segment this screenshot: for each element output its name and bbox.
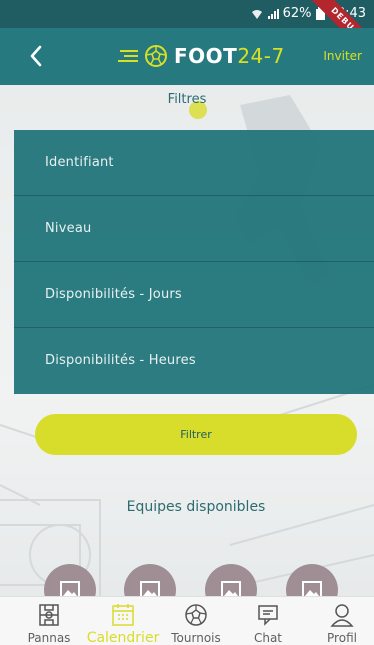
filter-item-label: Disponibilités - Jours bbox=[45, 287, 182, 302]
nav-label: Chat bbox=[253, 631, 283, 645]
battery-percent: 62% bbox=[282, 6, 312, 21]
nav-label: Pannas bbox=[27, 631, 71, 645]
chevron-left-icon bbox=[30, 45, 42, 67]
status-bar: 62% 08:43 DEBUG bbox=[0, 0, 374, 67]
filters-menu: Identifiant Niveau Disponibilités - Jour… bbox=[14, 130, 374, 394]
logo-accent: 24-7 bbox=[237, 44, 285, 68]
back-button[interactable] bbox=[22, 42, 50, 70]
app-logo: FOOT24-7 bbox=[118, 44, 285, 68]
filter-button-label: Filtrer bbox=[180, 428, 212, 441]
filter-item-jours[interactable]: Disponibilités - Jours bbox=[14, 262, 374, 328]
image-placeholder-icon bbox=[221, 581, 241, 596]
nav-item-calendrier[interactable]: Calendrier bbox=[86, 597, 160, 645]
nav-label: Profil bbox=[327, 631, 357, 645]
filter-item-niveau[interactable]: Niveau bbox=[14, 196, 374, 262]
filter-item-label: Disponibilités - Heures bbox=[45, 353, 196, 368]
nav-label: Calendrier bbox=[86, 630, 160, 645]
nav-label: Tournois bbox=[171, 631, 221, 645]
filter-item-label: Niveau bbox=[45, 221, 92, 236]
background-area: Filtres Identifiant Niveau Disponibilité… bbox=[0, 85, 374, 596]
teams-title: Equipes disponibles bbox=[126, 499, 266, 515]
nav-item-profil[interactable]: Profil bbox=[320, 597, 364, 645]
calendar-icon bbox=[108, 600, 138, 629]
filters-title: Filtres bbox=[167, 92, 207, 107]
logo-text: FOOT24-7 bbox=[174, 44, 285, 68]
nav-item-tournois[interactable]: Tournois bbox=[168, 597, 224, 645]
nav-item-chat[interactable]: Chat bbox=[246, 597, 290, 645]
image-placeholder-icon bbox=[60, 581, 80, 596]
wifi-icon bbox=[251, 9, 262, 19]
ball-icon bbox=[181, 600, 211, 630]
filter-button[interactable]: Filtrer bbox=[35, 414, 357, 455]
logo-main: FOOT bbox=[174, 44, 238, 68]
profile-icon bbox=[327, 600, 357, 630]
bottom-navigation: Pannas Calendrier Tournois Chat Profil bbox=[0, 596, 374, 645]
speed-lines-icon bbox=[118, 50, 138, 62]
pannas-icon bbox=[34, 600, 64, 630]
filter-item-identifiant[interactable]: Identifiant bbox=[14, 130, 374, 196]
filter-item-heures[interactable]: Disponibilités - Heures bbox=[14, 328, 374, 394]
chat-icon bbox=[253, 600, 283, 630]
image-placeholder-icon bbox=[140, 581, 160, 596]
invite-button[interactable]: Inviter bbox=[323, 49, 362, 63]
signal-icon bbox=[267, 8, 279, 19]
app-bar: FOOT24-7 Inviter bbox=[0, 28, 374, 85]
filter-item-label: Identifiant bbox=[45, 155, 114, 170]
nav-item-pannas[interactable]: Pannas bbox=[24, 597, 74, 645]
football-logo-icon bbox=[145, 45, 167, 67]
image-placeholder-icon bbox=[302, 581, 322, 596]
